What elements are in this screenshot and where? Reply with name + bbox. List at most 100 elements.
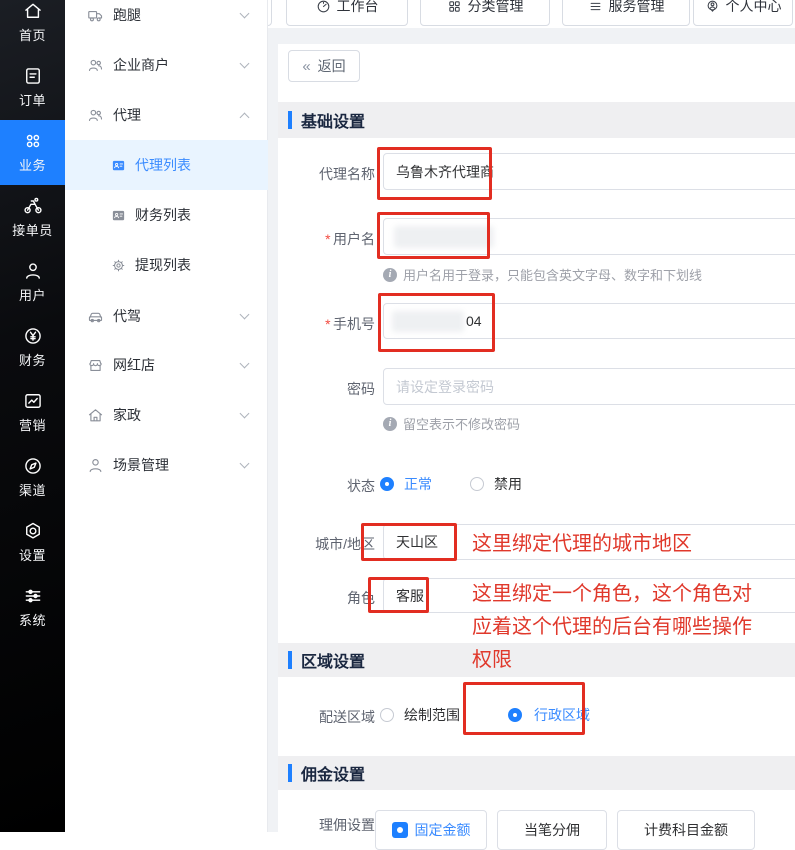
nav-button-workbench[interactable]: 工作台 bbox=[286, 0, 408, 26]
redacted-username bbox=[394, 226, 494, 248]
delivery-region-radio-group: 绘制范围 行政区域 bbox=[380, 705, 590, 725]
section-accent-bar bbox=[288, 111, 292, 129]
rail-item-marketing[interactable]: 营销 bbox=[0, 380, 65, 445]
rail-label: 订单 bbox=[19, 90, 46, 109]
chevron-down-icon bbox=[240, 459, 250, 469]
rail-item-system[interactable]: 系统 bbox=[0, 575, 65, 640]
sidebar-item-agent-list[interactable]: 代理列表 bbox=[65, 140, 268, 190]
sidebar-item-label: 代理列表 bbox=[135, 155, 191, 175]
rail-item-finance[interactable]: 财务 bbox=[0, 315, 65, 380]
delivery-region-label: 配送区域 bbox=[283, 707, 375, 727]
rail-item-business[interactable]: 业务 bbox=[0, 120, 65, 185]
back-button-label: 返回 bbox=[318, 56, 346, 76]
sidebar-item-label: 提现列表 bbox=[135, 255, 191, 275]
agent-name-label: 代理名称 bbox=[283, 164, 375, 184]
redacted-phone bbox=[392, 311, 464, 332]
truck-icon bbox=[87, 7, 104, 24]
chevron-down-icon bbox=[240, 59, 250, 69]
status-normal-label[interactable]: 正常 bbox=[404, 474, 432, 494]
status-normal-radio[interactable] bbox=[380, 477, 394, 491]
city-label: 城市/地区 bbox=[283, 534, 375, 554]
rail-label: 财务 bbox=[19, 350, 46, 369]
sidebar-item-driving[interactable]: 代驾 bbox=[65, 291, 268, 341]
section-title: 佣金设置 bbox=[301, 761, 365, 785]
sidebar-item-finance-list[interactable]: 财务列表 bbox=[65, 190, 268, 240]
grid-icon bbox=[447, 0, 462, 14]
chevron-down-icon bbox=[240, 359, 250, 369]
rail-item-couriers[interactable]: 接单员 bbox=[0, 185, 65, 250]
username-hint: i 用户名用于登录，只能包含英文字母、数字和下划线 bbox=[383, 265, 702, 284]
section-accent-bar bbox=[288, 764, 292, 782]
sidebar-item-agent[interactable]: 代理 bbox=[65, 90, 268, 140]
sidebar-item-errand[interactable]: 跑腿 bbox=[65, 0, 268, 40]
sidebar-item-scene-management[interactable]: 场景管理 bbox=[65, 440, 268, 490]
username-input[interactable] bbox=[383, 218, 795, 255]
home-icon bbox=[23, 1, 43, 21]
rail-item-home[interactable]: 首页 bbox=[0, 0, 65, 55]
nav-button-label: 工作台 bbox=[337, 0, 379, 16]
car-icon bbox=[87, 308, 104, 325]
sidebar-item-enterprise[interactable]: 企业商户 bbox=[65, 40, 268, 90]
phone-visible-digits: 04 bbox=[466, 313, 482, 329]
commission-mode-label: 理佣设置 bbox=[283, 815, 375, 835]
sidebar-item-withdraw-list[interactable]: 提现列表 bbox=[65, 240, 268, 290]
status-disabled-label[interactable]: 禁用 bbox=[494, 474, 522, 494]
password-label: 密码 bbox=[283, 379, 375, 399]
commission-option-fixed[interactable]: 固定金额 bbox=[375, 810, 487, 850]
settings-icon bbox=[23, 521, 43, 541]
commission-option-billing[interactable]: 计费科目金额 bbox=[617, 810, 755, 850]
admin-region-label[interactable]: 行政区域 bbox=[534, 705, 590, 725]
agent-name-input[interactable] bbox=[383, 153, 795, 190]
sidebar-item-label: 财务列表 bbox=[135, 205, 191, 225]
nav-button-service-management[interactable]: 服务管理 bbox=[562, 0, 690, 26]
required-mark: * bbox=[325, 231, 330, 247]
status-disabled-radio[interactable] bbox=[470, 477, 484, 491]
rail-label: 业务 bbox=[19, 155, 46, 174]
draw-range-radio[interactable] bbox=[380, 708, 394, 722]
draw-range-label[interactable]: 绘制范围 bbox=[404, 705, 460, 725]
commission-option-per-order[interactable]: 当笔分佣 bbox=[497, 810, 607, 850]
rail-label: 用户 bbox=[19, 285, 46, 304]
sidebar-item-online-shop[interactable]: 网红店 bbox=[65, 340, 268, 390]
section-accent-bar bbox=[288, 651, 292, 669]
nav-button-category-management[interactable]: 分类管理 bbox=[420, 0, 550, 26]
rail-label: 渠道 bbox=[19, 480, 46, 499]
order-icon bbox=[23, 66, 43, 86]
phone-label: *手机号 bbox=[283, 314, 375, 334]
finance-icon bbox=[23, 326, 43, 346]
nav-button-label: 个人中心 bbox=[726, 0, 782, 16]
sidebar-item-label: 跑腿 bbox=[113, 5, 141, 25]
hint-text: 用户名用于登录，只能包含英文字母、数字和下划线 bbox=[403, 265, 702, 284]
person-icon bbox=[87, 457, 104, 474]
channel-icon bbox=[23, 456, 43, 476]
password-hint: i 留空表示不修改密码 bbox=[383, 414, 520, 433]
primary-rail: 首页 订单 业务 接单员 用户 财务 营销 渠道 设置 系统 bbox=[0, 0, 65, 832]
sidebar-item-label: 代理 bbox=[113, 105, 141, 125]
nav-button-fragment-left[interactable] bbox=[268, 0, 272, 26]
nav-button-label: 分类管理 bbox=[468, 0, 524, 16]
rail-item-users[interactable]: 用户 bbox=[0, 250, 65, 315]
password-input[interactable] bbox=[383, 368, 795, 405]
sidebar-item-housekeeping[interactable]: 家政 bbox=[65, 390, 268, 440]
back-button[interactable]: « 返回 bbox=[288, 50, 360, 82]
rail-item-orders[interactable]: 订单 bbox=[0, 55, 65, 120]
back-icon: « bbox=[302, 58, 310, 75]
agent-edit-card: « 返回 基础设置 代理名称 *用户名 i 用户名用于登录，只能包含英文字母、数… bbox=[278, 44, 795, 832]
sidebar-item-label: 家政 bbox=[113, 405, 141, 425]
section-title: 区域设置 bbox=[301, 648, 365, 672]
selected-option-icon bbox=[392, 822, 408, 838]
people-icon bbox=[87, 57, 104, 74]
nav-button-personal-center[interactable]: 个人中心 bbox=[693, 0, 793, 26]
section-header-basic: 基础设置 bbox=[278, 102, 795, 138]
phone-input[interactable]: 04 bbox=[383, 303, 795, 339]
chevron-down-icon bbox=[240, 409, 250, 419]
list-icon bbox=[588, 0, 603, 14]
idcard-icon bbox=[111, 208, 126, 223]
rail-item-settings[interactable]: 设置 bbox=[0, 510, 65, 575]
rail-label: 营销 bbox=[19, 415, 46, 434]
admin-region-radio[interactable] bbox=[508, 708, 522, 722]
role-annotation-text: 这里绑定一个角色，这个角色对 应着这个代理的后台有哪些操作 权限 bbox=[472, 578, 752, 677]
rail-item-channel[interactable]: 渠道 bbox=[0, 445, 65, 510]
commission-option-label: 当笔分佣 bbox=[524, 820, 580, 840]
business-grid-icon bbox=[23, 131, 43, 151]
